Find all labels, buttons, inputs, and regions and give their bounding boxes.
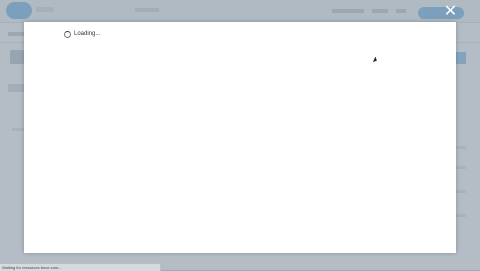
loading-indicator: Loading... [64,31,100,38]
modal-dialog: Loading... [24,22,456,253]
spinner-icon [64,31,71,38]
close-icon[interactable]: ✕ [442,3,459,20]
loading-text: Loading... [74,31,101,37]
